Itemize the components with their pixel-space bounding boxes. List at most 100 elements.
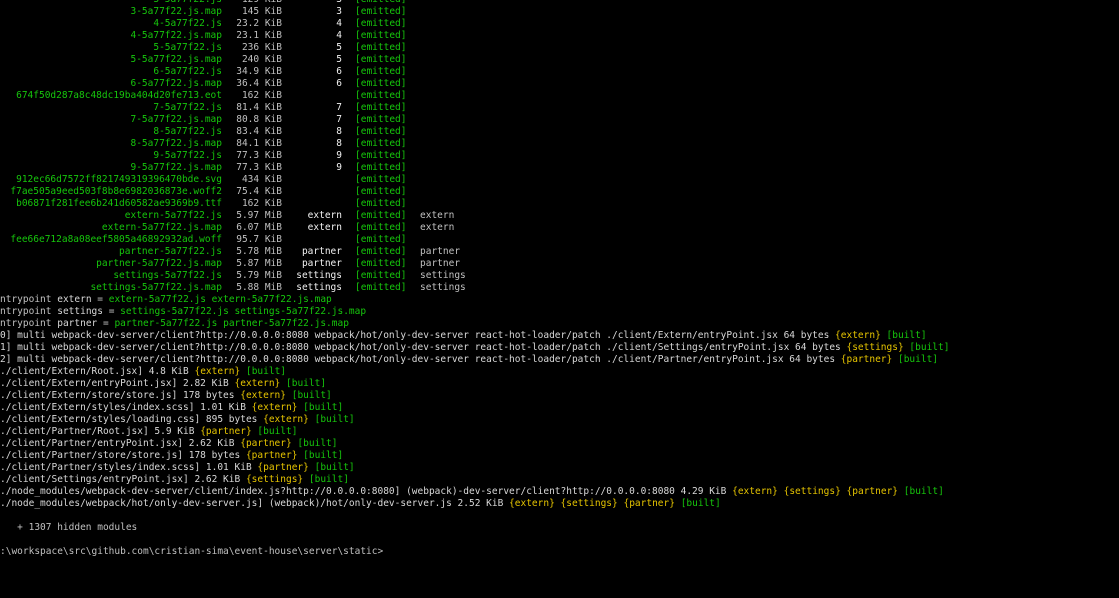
asset-row: settings-5a77f22.js.map 5.88 MiB settings [… (0, 282, 1119, 294)
built-flag: [built] (257, 426, 298, 437)
asset-chunks: extern (307, 222, 342, 233)
asset-name: extern-5a77f22.js.map (101, 222, 222, 233)
asset-emitted-flag: [emitted] (355, 18, 407, 29)
entrypoint-files: extern-5a77f22.js extern-5a77f22.js.map (108, 294, 332, 305)
asset-size: 5.97 MiB (236, 210, 282, 221)
asset-name: settings-5a77f22.js.map (90, 282, 222, 293)
asset-chunks: 7 (336, 114, 342, 125)
asset-size: 434 KiB (241, 174, 282, 185)
entrypoint-line: ntrypoint extern = extern-5a77f22.js ext… (0, 294, 1119, 306)
asset-size: 5.79 MiB (236, 270, 282, 281)
asset-name: partner-5a77f22.js (119, 246, 222, 257)
asset-size: 84.1 KiB (236, 138, 282, 149)
asset-name: partner-5a77f22.js.map (96, 258, 222, 269)
asset-emitted-flag: [emitted] (355, 30, 407, 41)
asset-emitted-flag: [emitted] (355, 126, 407, 137)
built-flag: [built] (291, 390, 332, 401)
module-text-wrap: ./node_modules/webpack-dev-server/client… (0, 486, 944, 498)
asset-emitted-flag: [emitted] (355, 246, 407, 257)
asset-row: 9-5a77f22.js.map 77.3 KiB 9 [emitted] (0, 162, 1119, 174)
asset-row: f7ae505a9eed503f8b8e6982036873e.woff2 75.… (0, 186, 1119, 198)
entrypoint-equals: = (102, 306, 121, 317)
asset-chunks: 5 (336, 54, 342, 65)
asset-row: 8-5a77f22.js 83.4 KiB 8 [emitted] (0, 126, 1119, 138)
asset-emitted-flag: [emitted] (355, 102, 407, 113)
asset-row: partner-5a77f22.js.map 5.87 MiB partner [em… (0, 258, 1119, 270)
asset-name: 7-5a77f22.js (153, 102, 222, 113)
asset-row: 4-5a77f22.js 23.2 KiB 4 [emitted] (0, 18, 1119, 30)
asset-chunk-name: partner (420, 258, 461, 269)
command-prompt[interactable]: :\workspace\src\github.com\cristian-sima… (0, 546, 383, 558)
chunk-tag: {extern} (240, 390, 286, 401)
asset-row: 3-5a77f22.js.map 145 KiB 3 [emitted] (0, 6, 1119, 18)
module-line: 2] multi webpack-dev-server/client?http:… (0, 354, 1119, 366)
asset-chunks: 3 (336, 6, 342, 17)
entrypoint-label: ntrypoint (0, 306, 52, 317)
module-line: ./client/Partner/entryPoint.jsx] 2.62 Ki… (0, 438, 1119, 450)
chunk-tag: {partner} (245, 450, 298, 461)
built-flag: [built] (314, 462, 355, 473)
asset-size: 23.1 KiB (236, 30, 282, 41)
module-line: 1] multi webpack-dev-server/client?http:… (0, 342, 1119, 354)
asset-row: fee66e712a8a08eef5805a46892932ad.woff 95.… (0, 234, 1119, 246)
asset-name: 5-5a77f22.js.map (130, 54, 222, 65)
module-text-wrap: 0] multi webpack-dev-server/client?http:… (0, 330, 927, 342)
asset-emitted-flag: [emitted] (355, 162, 407, 173)
asset-emitted-flag: [emitted] (355, 138, 407, 149)
asset-emitted-flag: [emitted] (355, 174, 407, 185)
module-line: ./client/Extern/styles/index.scss] 1.01 … (0, 402, 1119, 414)
asset-size: 6.07 MiB (236, 222, 282, 233)
asset-row: 912ec66d7572ff821749319396470bde.svg 434 … (0, 174, 1119, 186)
module-path: 1] multi webpack-dev-server/client?http:… (0, 342, 847, 353)
chunk-tag: {extern} (509, 498, 555, 509)
asset-chunks: 6 (336, 78, 342, 89)
asset-emitted-flag: [emitted] (355, 54, 407, 65)
module-line: ./client/Extern/styles/loading.css] 895 … (0, 414, 1119, 426)
module-text-wrap: ./client/Extern/store/store.js] 178 byte… (0, 390, 332, 402)
asset-chunks: 6 (336, 66, 342, 77)
built-flag: [built] (308, 474, 349, 485)
asset-chunk-name: settings (420, 270, 466, 281)
asset-name: b06871f281fee6b241d60582ae9369b9.ttf (16, 198, 222, 209)
entrypoint-equals: = (97, 318, 115, 329)
built-flag: [built] (909, 342, 950, 353)
prompt-line[interactable]: :\workspace\src\github.com\cristian-sima… (0, 534, 1119, 557)
asset-size: 5.87 MiB (236, 258, 282, 269)
chunk-tag: {extern} (234, 378, 281, 389)
asset-name: 6-5a77f22.js.map (130, 78, 222, 89)
asset-chunks: partner (301, 258, 342, 269)
entrypoint-text: ntrypoint partner = partner-5a77f22.js p… (0, 318, 349, 330)
module-line: ./client/Extern/store/store.js] 178 byte… (0, 390, 1119, 402)
asset-row: 674f50d287a8c48dc19ba404d20fe713.eot 162 … (0, 90, 1119, 102)
module-text-wrap: ./client/Partner/Root.jsx] 5.9 KiB {part… (0, 426, 297, 438)
asset-size: 77.3 KiB (236, 162, 282, 173)
chunk-tag: {partner} (846, 486, 899, 497)
asset-name: 4-5a77f22.js (153, 18, 222, 29)
built-flag: [built] (245, 366, 287, 377)
chunk-tag: {settings} (560, 498, 618, 509)
asset-size: 34.9 KiB (236, 66, 282, 77)
terminal-window[interactable]: 3-5a77f22.js129 KiB3[emitted]3-5a77f22.j… (0, 0, 1119, 598)
chunk-tag: {settings} (245, 474, 304, 485)
asset-emitted-flag: [emitted] (355, 222, 407, 233)
asset-name: 912ec66d7572ff821749319396470bde.svg (16, 174, 222, 185)
asset-size: 162 KiB (241, 198, 282, 209)
entrypoint-list: ntrypoint extern = extern-5a77f22.js ext… (0, 294, 1119, 330)
entrypoint-label: ntrypoint (0, 294, 52, 305)
asset-chunks: 8 (336, 126, 342, 137)
entrypoint-files: settings-5a77f22.js settings-5a77f22.js.… (120, 306, 367, 317)
module-text-wrap: ./client/Settings/entryPoint.jsx] 2.62 K… (0, 474, 349, 486)
entrypoint-equals: = (91, 294, 109, 305)
asset-row: 5-5a77f22.js.map 240 KiB 5 [emitted] (0, 54, 1119, 66)
asset-row: partner-5a77f22.js 5.78 MiB partner [emitte… (0, 246, 1119, 258)
module-line: ./client/Partner/styles/index.scss] 1.01… (0, 462, 1119, 474)
chunk-tag: {partner} (840, 354, 893, 365)
built-flag: [built] (286, 378, 327, 389)
module-text-wrap: ./client/Extern/styles/index.scss] 1.01 … (0, 402, 343, 414)
asset-emitted-flag: [emitted] (355, 78, 407, 89)
asset-emitted-flag: [emitted] (355, 234, 407, 245)
chunk-tag: {partner} (200, 426, 252, 437)
asset-emitted-flag: [emitted] (355, 282, 407, 293)
chunk-tag: {settings} (846, 342, 904, 353)
asset-name: 7-5a77f22.js.map (130, 114, 222, 125)
